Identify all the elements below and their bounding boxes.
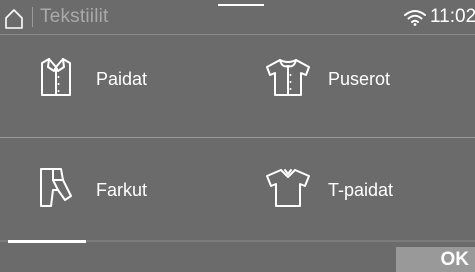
- ok-button[interactable]: OK: [396, 247, 475, 272]
- tile-tshirts[interactable]: T-paidat: [238, 138, 475, 238]
- clock: 11:02: [430, 6, 475, 27]
- tshirt-icon: [266, 169, 310, 207]
- jeans-icon: [40, 168, 72, 207]
- home-icon: [5, 9, 23, 29]
- textiles-screen: Tekstiilit 11:02 Paidat Puserot Farkut T…: [0, 0, 475, 272]
- page-indicator-active: [8, 240, 86, 243]
- title-divider: [32, 7, 33, 27]
- home-button[interactable]: [2, 7, 26, 31]
- status-bar: Tekstiilit 11:02: [0, 0, 475, 34]
- shirt-icon: [41, 58, 71, 96]
- blouse-icon: [266, 59, 310, 96]
- tile-shirts[interactable]: Paidat: [0, 35, 237, 137]
- wifi-icon: [404, 10, 426, 26]
- tile-jeans[interactable]: Farkut: [0, 138, 237, 238]
- tile-label-blouses: Puserot: [328, 69, 391, 89]
- tile-label-shirts: Paidat: [96, 69, 148, 89]
- top-pull-indicator[interactable]: [218, 4, 264, 6]
- screen-title: Tekstiilit: [40, 6, 109, 27]
- tile-label-tshirts: T-paidat: [328, 180, 394, 200]
- tile-label-jeans: Farkut: [96, 180, 148, 200]
- tile-blouses[interactable]: Puserot: [238, 35, 475, 137]
